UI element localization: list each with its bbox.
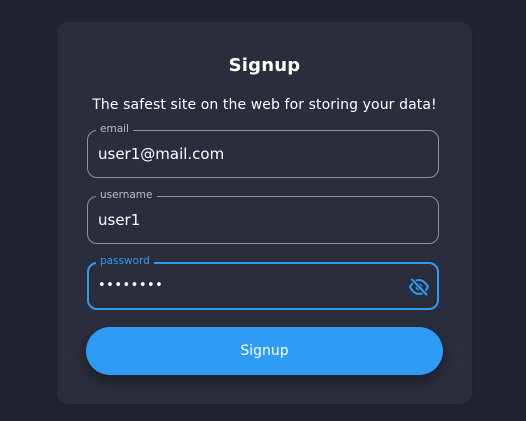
password-field-label: password <box>96 254 154 268</box>
signup-card: Signup The safest site on the web for st… <box>57 22 472 404</box>
signup-button[interactable]: Signup <box>86 327 443 375</box>
form-subtitle: The safest site on the web for storing y… <box>92 97 437 113</box>
eye-off-icon[interactable] <box>408 277 430 297</box>
username-field-label: username <box>96 188 157 202</box>
username-field-value[interactable]: user1 <box>98 210 140 230</box>
password-field[interactable]: password •••••••• <box>87 254 439 310</box>
form-title: Signup <box>228 55 301 76</box>
email-field[interactable]: email user1@mail.com <box>87 122 439 178</box>
username-field[interactable]: username user1 <box>87 188 439 244</box>
email-field-label: email <box>96 122 133 136</box>
email-field-value[interactable]: user1@mail.com <box>98 144 224 164</box>
password-field-value[interactable]: •••••••• <box>98 276 163 296</box>
